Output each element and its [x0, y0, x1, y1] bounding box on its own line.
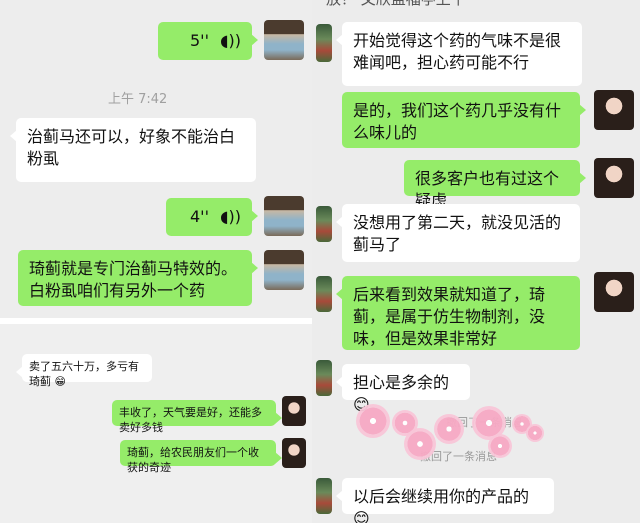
received-message[interactable]: 以后会继续用你的产品的 😊	[336, 478, 554, 523]
received-message[interactable]: 没想用了第二天，就没见活的蓟马了	[336, 204, 580, 262]
received-message[interactable]: 后来看到效果就知道了，琦蓟，是属于仿生物制剂，没味，但是效果非常好	[336, 276, 580, 350]
sent-message[interactable]: 丰收了，天气要是好，还能多卖好多钱	[112, 400, 282, 434]
inset-chat-panel: 卖了五六十万，多亏有琦蓟 😁 丰收了，天气要是好，还能多卖好多钱 琦蓟，给农民朋…	[0, 324, 312, 523]
message-text: 担心是多余的	[353, 373, 450, 392]
voice-wave-icon: ◖))	[220, 207, 241, 226]
sent-message[interactable]: 琦蓟就是专门治蓟马特效的。白粉虱咱们有另外一个药	[18, 250, 258, 306]
cherry-blossom-icon	[356, 404, 390, 438]
voice-message-2[interactable]: 4'' ◖))	[166, 198, 258, 236]
timestamp: 上午 7:42	[108, 92, 168, 107]
message-text: 以后会继续用你的产品的	[353, 487, 530, 506]
cropped-header-text: 放？ 文欣盖福亭上午	[326, 0, 466, 9]
smile-emoji-icon: 😊	[353, 509, 370, 523]
avatar-self[interactable]	[594, 272, 634, 312]
avatar-self[interactable]	[594, 90, 634, 130]
contact-avatar[interactable]	[316, 276, 332, 312]
cherry-blossom-icon	[434, 414, 464, 444]
voice-wave-icon: ◖))	[220, 31, 241, 50]
avatar-self[interactable]	[264, 250, 304, 290]
voice-message-1[interactable]: 5'' ◖))	[158, 22, 258, 60]
contact-avatar[interactable]	[316, 360, 332, 396]
contact-avatar[interactable]	[316, 478, 332, 514]
sent-message[interactable]: 是的，我们这个药几乎没有什么味儿的	[342, 92, 586, 148]
avatar-self[interactable]	[264, 196, 304, 236]
received-message[interactable]: 开始觉得这个药的气味不是很难闻吧，担心药可能不行	[336, 22, 582, 86]
received-message[interactable]: 卖了五六十万，多亏有琦蓟 😁	[16, 354, 152, 388]
left-chat-panel: 5'' ◖)) 上午 7:42 治蓟马还可以，好象不能治白粉虱 4'' ◖)) …	[0, 0, 312, 318]
sent-message[interactable]: 很多客户也有过这个疑虑	[404, 160, 586, 210]
received-message[interactable]: 治蓟马还可以，好象不能治白粉虱	[10, 118, 256, 182]
right-chat-panel: 放？ 文欣盖福亭上午 开始觉得这个药的气味不是很难闻吧，担心药可能不行 是的，我…	[312, 0, 640, 523]
avatar-self[interactable]	[282, 396, 306, 426]
cherry-blossom-icon	[404, 428, 436, 460]
cherry-blossom-icon	[488, 434, 512, 458]
voice-duration: 4''	[190, 207, 209, 226]
contact-avatar[interactable]	[316, 206, 332, 242]
sent-message[interactable]: 琦蓟，给农民朋友们一个收获的奇迹	[120, 440, 282, 474]
message-text: 卖了五六十万，多亏有琦蓟	[29, 360, 139, 388]
avatar-self[interactable]	[264, 20, 304, 60]
avatar-self[interactable]	[594, 158, 634, 198]
cherry-blossom-icon	[526, 424, 544, 442]
voice-duration: 5''	[190, 31, 209, 50]
avatar-self[interactable]	[282, 438, 306, 468]
contact-avatar[interactable]	[316, 24, 332, 62]
received-message[interactable]: 担心是多余的 😊	[336, 364, 470, 414]
grin-emoji-icon: 😁	[54, 375, 66, 388]
